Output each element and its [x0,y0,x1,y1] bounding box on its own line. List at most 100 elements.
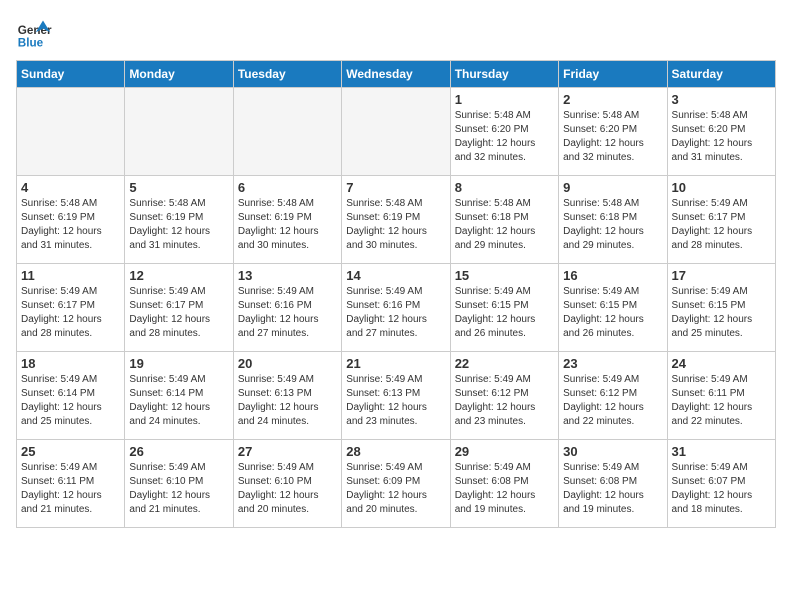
day-number: 9 [563,180,662,195]
weekday-header-row: SundayMondayTuesdayWednesdayThursdayFrid… [17,61,776,88]
weekday-header-thursday: Thursday [450,61,558,88]
calendar-day-cell: 5Sunrise: 5:48 AM Sunset: 6:19 PM Daylig… [125,176,233,264]
day-number: 4 [21,180,120,195]
calendar-day-cell: 27 Sunrise: 5:49 AM Sunset: 6:10 PM Dayli… [233,440,341,528]
calendar-day-cell: 9 Sunrise: 5:48 AM Sunset: 6:18 PM Daylig… [559,176,667,264]
calendar-day-cell [17,88,125,176]
day-info: Sunrise: 5:49 AM Sunset: 6:09 PM Dayligh… [346,461,445,517]
calendar-day-cell: 23 Sunrise: 5:49 AM Sunset: 6:12 PM Dayli… [559,352,667,440]
day-number: 14 [346,268,445,283]
calendar-day-cell: 2 Sunrise: 5:48 AM Sunset: 6:20 PM Daylig… [559,88,667,176]
day-number: 2 [563,92,662,107]
day-info: Sunrise: 5:49 AM Sunset: 6:17 PM Dayligh… [21,285,120,341]
calendar-day-cell: 8 Sunrise: 5:48 AM Sunset: 6:18 PM Daylig… [450,176,558,264]
calendar-day-cell: 28 Sunrise: 5:49 AM Sunset: 6:09 PM Dayli… [342,440,450,528]
day-info: Sunrise: 5:49 AM Sunset: 6:08 PM Dayligh… [455,461,554,517]
day-info: Sunrise: 5:48 AM Sunset: 6:19 PM Dayligh… [346,197,445,253]
day-number: 30 [563,444,662,459]
day-info: Sunrise: 5:48 AM Sunset: 6:19 PM Dayligh… [21,197,120,253]
page-header: General Blue [16,16,776,52]
day-info: Sunrise: 5:48 AM Sunset: 6:19 PM Dayligh… [238,197,337,253]
day-info: Sunrise: 5:48 AM Sunset: 6:20 PM Dayligh… [563,109,662,165]
day-info: Sunrise: 5:49 AM Sunset: 6:12 PM Dayligh… [455,373,554,429]
calendar-day-cell: 17 Sunrise: 5:49 AM Sunset: 6:15 PM Dayli… [667,264,775,352]
calendar-day-cell: 25Sunrise: 5:49 AM Sunset: 6:11 PM Dayli… [17,440,125,528]
day-info: Sunrise: 5:49 AM Sunset: 6:16 PM Dayligh… [346,285,445,341]
day-info: Sunrise: 5:49 AM Sunset: 6:15 PM Dayligh… [455,285,554,341]
day-number: 28 [346,444,445,459]
day-number: 15 [455,268,554,283]
day-info: Sunrise: 5:49 AM Sunset: 6:16 PM Dayligh… [238,285,337,341]
calendar-day-cell: 4 Sunrise: 5:48 AM Sunset: 6:19 PM Daylig… [17,176,125,264]
day-info: Sunrise: 5:49 AM Sunset: 6:11 PM Dayligh… [672,373,771,429]
logo-icon: General Blue [16,16,52,52]
day-info: Sunrise: 5:48 AM Sunset: 6:20 PM Dayligh… [455,109,554,165]
day-number: 16 [563,268,662,283]
day-info: Sunrise: 5:48 AM Sunset: 6:18 PM Dayligh… [563,197,662,253]
day-number: 10 [672,180,771,195]
calendar-day-cell: 19 Sunrise: 5:49 AM Sunset: 6:14 PM Dayli… [125,352,233,440]
day-number: 6 [238,180,337,195]
day-info: Sunrise: 5:49 AM Sunset: 6:15 PM Dayligh… [672,285,771,341]
day-number: 23 [563,356,662,371]
day-number: 11 [21,268,120,283]
calendar-day-cell: 6 Sunrise: 5:48 AM Sunset: 6:19 PM Daylig… [233,176,341,264]
calendar-day-cell: 7 Sunrise: 5:48 AM Sunset: 6:19 PM Daylig… [342,176,450,264]
calendar-week-row: 4 Sunrise: 5:48 AM Sunset: 6:19 PM Daylig… [17,176,776,264]
day-info: Sunrise: 5:49 AM Sunset: 6:17 PM Dayligh… [672,197,771,253]
day-number: 1 [455,92,554,107]
day-info: Sunrise: 5:49 AM Sunset: 6:07 PM Dayligh… [672,461,771,517]
calendar-day-cell: 22Sunrise: 5:49 AM Sunset: 6:12 PM Dayli… [450,352,558,440]
calendar-day-cell [125,88,233,176]
day-info: Sunrise: 5:49 AM Sunset: 6:15 PM Dayligh… [563,285,662,341]
svg-text:Blue: Blue [18,37,44,50]
day-info: Sunrise: 5:48 AM Sunset: 6:19 PM Dayligh… [129,197,228,253]
weekday-header-tuesday: Tuesday [233,61,341,88]
calendar-day-cell: 20Sunrise: 5:49 AM Sunset: 6:13 PM Dayli… [233,352,341,440]
weekday-header-sunday: Sunday [17,61,125,88]
calendar-day-cell: 1 Sunrise: 5:48 AM Sunset: 6:20 PM Daylig… [450,88,558,176]
day-info: Sunrise: 5:49 AM Sunset: 6:10 PM Dayligh… [129,461,228,517]
day-info: Sunrise: 5:49 AM Sunset: 6:10 PM Dayligh… [238,461,337,517]
day-info: Sunrise: 5:49 AM Sunset: 6:14 PM Dayligh… [21,373,120,429]
day-number: 8 [455,180,554,195]
weekday-header-friday: Friday [559,61,667,88]
day-number: 13 [238,268,337,283]
day-info: Sunrise: 5:49 AM Sunset: 6:08 PM Dayligh… [563,461,662,517]
day-info: Sunrise: 5:49 AM Sunset: 6:11 PM Dayligh… [21,461,120,517]
calendar-day-cell: 31 Sunrise: 5:49 AM Sunset: 6:07 PM Dayli… [667,440,775,528]
calendar-table: SundayMondayTuesdayWednesdayThursdayFrid… [16,60,776,528]
calendar-day-cell: 21 Sunrise: 5:49 AM Sunset: 6:13 PM Dayli… [342,352,450,440]
calendar-week-row: 18 Sunrise: 5:49 AM Sunset: 6:14 PM Dayli… [17,352,776,440]
calendar-week-row: 1 Sunrise: 5:48 AM Sunset: 6:20 PM Daylig… [17,88,776,176]
calendar-day-cell [233,88,341,176]
calendar-day-cell: 12Sunrise: 5:49 AM Sunset: 6:17 PM Dayli… [125,264,233,352]
day-info: Sunrise: 5:49 AM Sunset: 6:12 PM Dayligh… [563,373,662,429]
day-number: 19 [129,356,228,371]
day-info: Sunrise: 5:49 AM Sunset: 6:13 PM Dayligh… [346,373,445,429]
day-info: Sunrise: 5:48 AM Sunset: 6:18 PM Dayligh… [455,197,554,253]
day-number: 18 [21,356,120,371]
calendar-day-cell: 30 Sunrise: 5:49 AM Sunset: 6:08 PM Dayli… [559,440,667,528]
logo: General Blue [16,16,52,52]
calendar-day-cell: 3 Sunrise: 5:48 AM Sunset: 6:20 PM Daylig… [667,88,775,176]
calendar-week-row: 25Sunrise: 5:49 AM Sunset: 6:11 PM Dayli… [17,440,776,528]
day-number: 27 [238,444,337,459]
day-number: 21 [346,356,445,371]
day-info: Sunrise: 5:48 AM Sunset: 6:20 PM Dayligh… [672,109,771,165]
day-number: 31 [672,444,771,459]
day-number: 7 [346,180,445,195]
calendar-day-cell [342,88,450,176]
weekday-header-monday: Monday [125,61,233,88]
calendar-day-cell: 13 Sunrise: 5:49 AM Sunset: 6:16 PM Dayli… [233,264,341,352]
weekday-header-saturday: Saturday [667,61,775,88]
calendar-day-cell: 11 Sunrise: 5:49 AM Sunset: 6:17 PM Dayli… [17,264,125,352]
day-number: 26 [129,444,228,459]
day-number: 3 [672,92,771,107]
day-number: 17 [672,268,771,283]
calendar-day-cell: 26 Sunrise: 5:49 AM Sunset: 6:10 PM Dayli… [125,440,233,528]
day-info: Sunrise: 5:49 AM Sunset: 6:14 PM Dayligh… [129,373,228,429]
calendar-day-cell: 29Sunrise: 5:49 AM Sunset: 6:08 PM Dayli… [450,440,558,528]
day-info: Sunrise: 5:49 AM Sunset: 6:17 PM Dayligh… [129,285,228,341]
day-number: 24 [672,356,771,371]
